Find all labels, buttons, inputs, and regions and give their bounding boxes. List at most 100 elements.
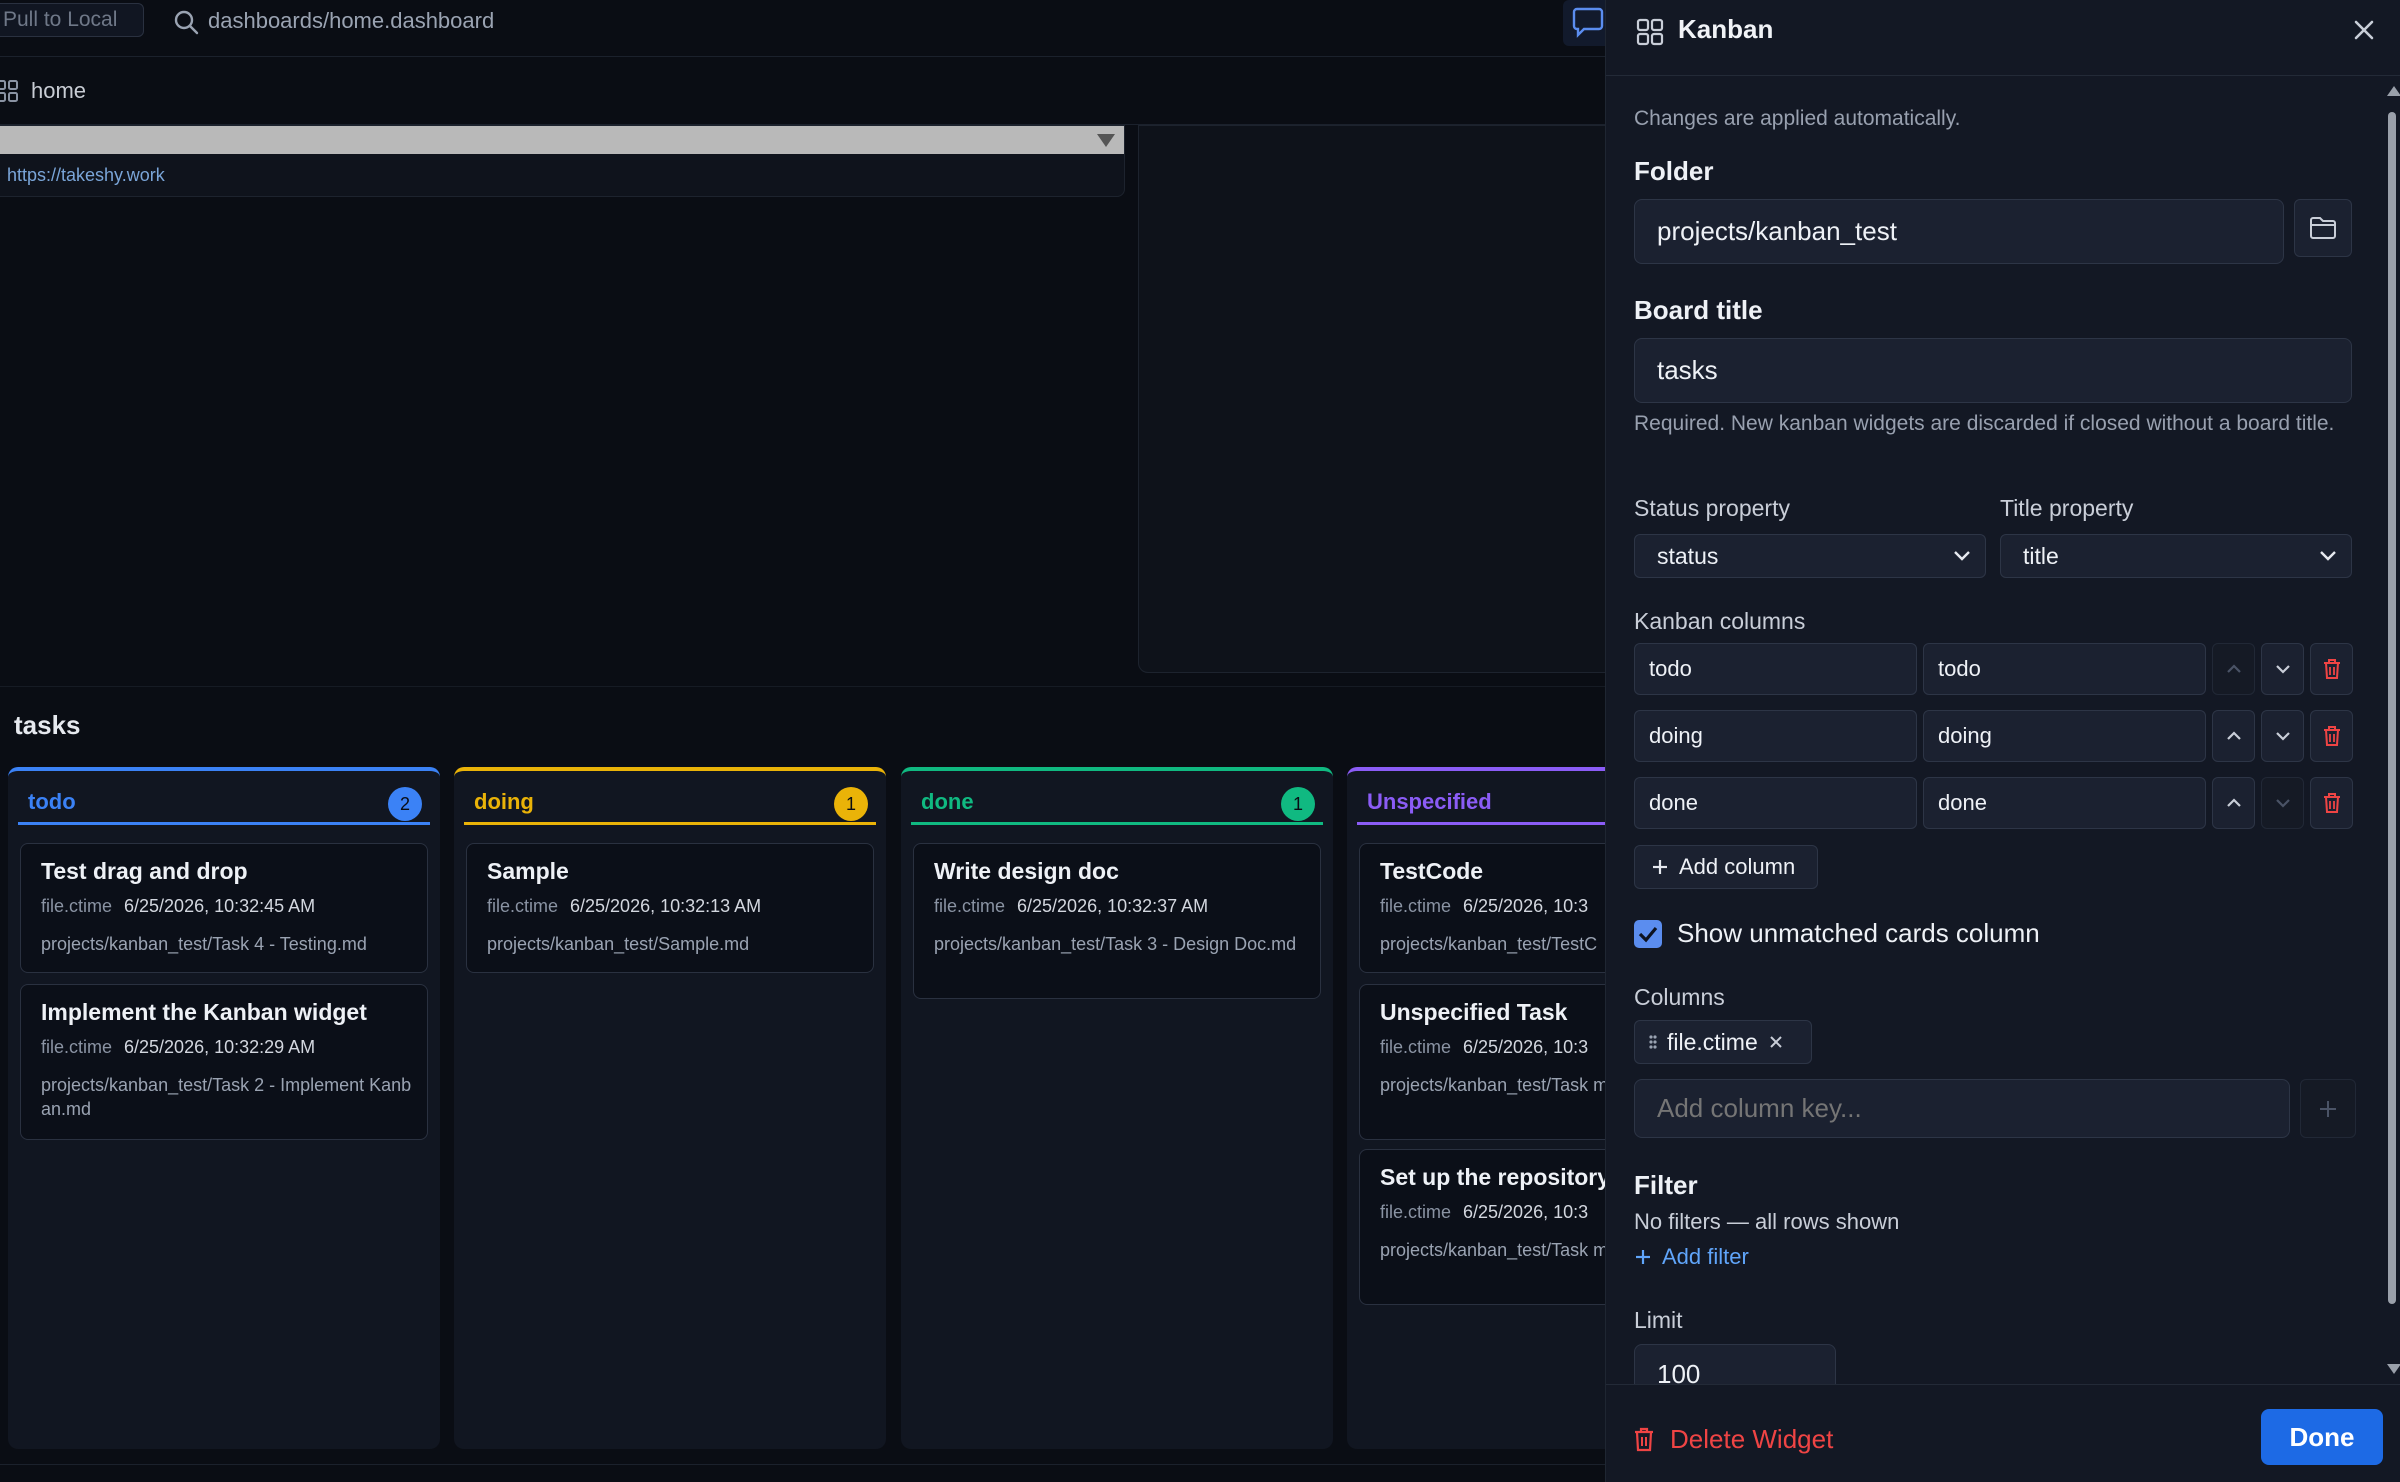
show-unmatched-label[interactable]: Show unmatched cards column [1677, 918, 2040, 949]
move-down-button[interactable] [2261, 643, 2304, 695]
widget-settings-panel: Kanban Changes are applied automatically… [1605, 0, 2400, 1482]
add-filter-button[interactable]: Add filter [1634, 1244, 1749, 1270]
meta-key: file.ctime [487, 896, 559, 916]
kanban-card[interactable]: Write design doc file.ctime 6/25/2026, 10:… [913, 843, 1321, 999]
plus-icon [1653, 860, 1667, 874]
meta-key: file.ctime [41, 1037, 113, 1057]
move-down-button[interactable] [2261, 777, 2304, 829]
kanban-column-count-badge: 1 [1281, 787, 1315, 821]
folder-input[interactable]: projects/kanban_test [1634, 199, 2284, 264]
dropdown-triangle-icon[interactable] [1097, 134, 1115, 147]
meta-value: 6/25/2026, 10:32:45 AM [124, 896, 316, 916]
column-chip[interactable]: file.ctime [1634, 1020, 1812, 1064]
kanban-card[interactable]: Sample file.ctime 6/25/2026, 10:32:13 AM pr… [466, 843, 874, 973]
chevron-down-icon [2320, 551, 2336, 561]
meta-value: 6/25/2026, 10:3 [1463, 1037, 1589, 1057]
kanban-column-name: todo [28, 789, 76, 814]
delete-column-button[interactable] [2310, 710, 2353, 762]
move-down-button[interactable] [2261, 710, 2304, 762]
add-column-button[interactable]: Add column [1634, 845, 1818, 889]
delete-column-button[interactable] [2310, 643, 2353, 695]
status-property-select[interactable]: status [1634, 534, 1986, 578]
browse-folder-button[interactable] [2294, 199, 2352, 257]
panel-footer: Delete Widget Done [1606, 1384, 2400, 1482]
kanban-card-path: projects/kanban_test/Task 3 - Design Doc… [934, 934, 1297, 954]
embed-preview-bar [0, 126, 1124, 154]
kanban-column-label-input[interactable]: todo [1923, 643, 2206, 695]
limit-input[interactable]: 100 [1634, 1344, 1836, 1384]
kanban-card[interactable]: Test drag and drop file.ctime 6/25/2026, 1… [20, 843, 428, 973]
filter-label: Filter [1634, 1170, 1698, 1200]
search-icon[interactable] [172, 8, 200, 36]
board-title: tasks [14, 710, 81, 740]
move-up-button[interactable] [2212, 777, 2255, 829]
chat-icon [1572, 7, 1604, 38]
add-column-key-button[interactable] [2300, 1079, 2356, 1138]
add-column-key-input[interactable] [1634, 1079, 2290, 1138]
kanban-card-meta: file.ctime 6/25/2026, 10:3 [1380, 896, 1588, 917]
kanban-card-title: Unspecified Task [1380, 999, 1568, 1025]
meta-key: file.ctime [1380, 896, 1452, 916]
board-title-input[interactable]: tasks [1634, 338, 2352, 403]
folder-label: Folder [1634, 156, 1714, 186]
embed-link[interactable]: https://takeshy.work [7, 164, 165, 186]
kanban-icon [1636, 18, 1664, 46]
chevron-up-icon [2226, 798, 2241, 807]
breadcrumb[interactable]: home [31, 76, 86, 106]
done-button[interactable]: Done [2261, 1409, 2383, 1465]
widget-placeholder [1138, 125, 1618, 673]
kanban-card[interactable]: Implement the Kanban widget file.ctime 6/2… [20, 984, 428, 1140]
move-up-button[interactable] [2212, 710, 2255, 762]
embed-widget: https://takeshy.work [0, 125, 1125, 197]
chevron-down-icon [1954, 551, 1970, 561]
close-icon[interactable] [2349, 15, 2379, 45]
filter-status: No filters — all rows shown [1634, 1209, 1900, 1234]
file-path[interactable]: dashboards/home.dashboard [208, 6, 494, 36]
kanban-column-name: doing [474, 789, 534, 814]
meta-value: 6/25/2026, 10:32:13 AM [570, 896, 762, 916]
kanban-column-header: todo 2 [18, 779, 430, 825]
kanban-card-title: Sample [487, 858, 569, 884]
divider [0, 686, 1605, 687]
kanban-card-title: Implement the Kanban widget [41, 999, 367, 1025]
status-property-value: status [1657, 542, 1719, 569]
drag-handle-icon [1649, 1035, 1657, 1049]
limit-label: Limit [1634, 1307, 1683, 1333]
kanban-card-path: projects/kanban_test/Task 4 - Testing.md [41, 934, 367, 954]
divider [0, 1464, 1605, 1465]
meta-key: file.ctime [1380, 1202, 1452, 1222]
move-up-button[interactable] [2212, 643, 2255, 695]
scrollbar-thumb[interactable] [2388, 112, 2396, 1304]
kanban-column-header: doing 1 [464, 779, 876, 825]
kanban-card-meta: file.ctime 6/25/2026, 10:32:29 AM [41, 1037, 315, 1058]
pull-to-local-button[interactable]: Pull to Local [0, 3, 144, 37]
panel-body: Changes are applied automatically. Folde… [1606, 77, 2400, 1384]
kanban-column-count-badge: 1 [834, 787, 868, 821]
title-property-value: title [2023, 542, 2059, 569]
chevron-up-icon [2226, 731, 2241, 740]
kanban-card-title: Test drag and drop [41, 858, 248, 884]
kanban-column-key-input[interactable]: done [1634, 777, 1917, 829]
trash-icon [2323, 793, 2340, 813]
meta-value: 6/25/2026, 10:3 [1463, 896, 1589, 916]
kanban-column-key-input[interactable]: todo [1634, 643, 1917, 695]
delete-widget-button[interactable]: Delete Widget [1632, 1419, 1833, 1459]
kanban-card-meta: file.ctime 6/25/2026, 10:32:37 AM [934, 896, 1208, 917]
show-unmatched-checkbox[interactable] [1634, 920, 1662, 948]
kanban-card-path: projects/kanban_test/Task 2 - Implement … [41, 1075, 412, 1119]
title-property-select[interactable]: title [2000, 534, 2352, 578]
delete-column-button[interactable] [2310, 777, 2353, 829]
delete-widget-label: Delete Widget [1670, 1423, 1834, 1454]
plus-icon [2320, 1100, 2336, 1117]
trash-icon [2323, 659, 2340, 679]
kanban-column-doing: doing 1 Sample file.ctime 6/25/2026, 10:32:1… [454, 767, 886, 1449]
scroll-down-icon[interactable] [2387, 1364, 2400, 1374]
panel-title: Kanban [1678, 14, 1774, 44]
trash-icon [1635, 1427, 1653, 1452]
scroll-up-icon[interactable] [2387, 86, 2400, 96]
board-title-label: Board title [1634, 295, 1763, 325]
kanban-column-key-input[interactable]: doing [1634, 710, 1917, 762]
kanban-column-label-input[interactable]: done [1923, 777, 2206, 829]
kanban-card-meta: file.ctime 6/25/2026, 10:3 [1380, 1037, 1588, 1058]
kanban-column-label-input[interactable]: doing [1923, 710, 2206, 762]
